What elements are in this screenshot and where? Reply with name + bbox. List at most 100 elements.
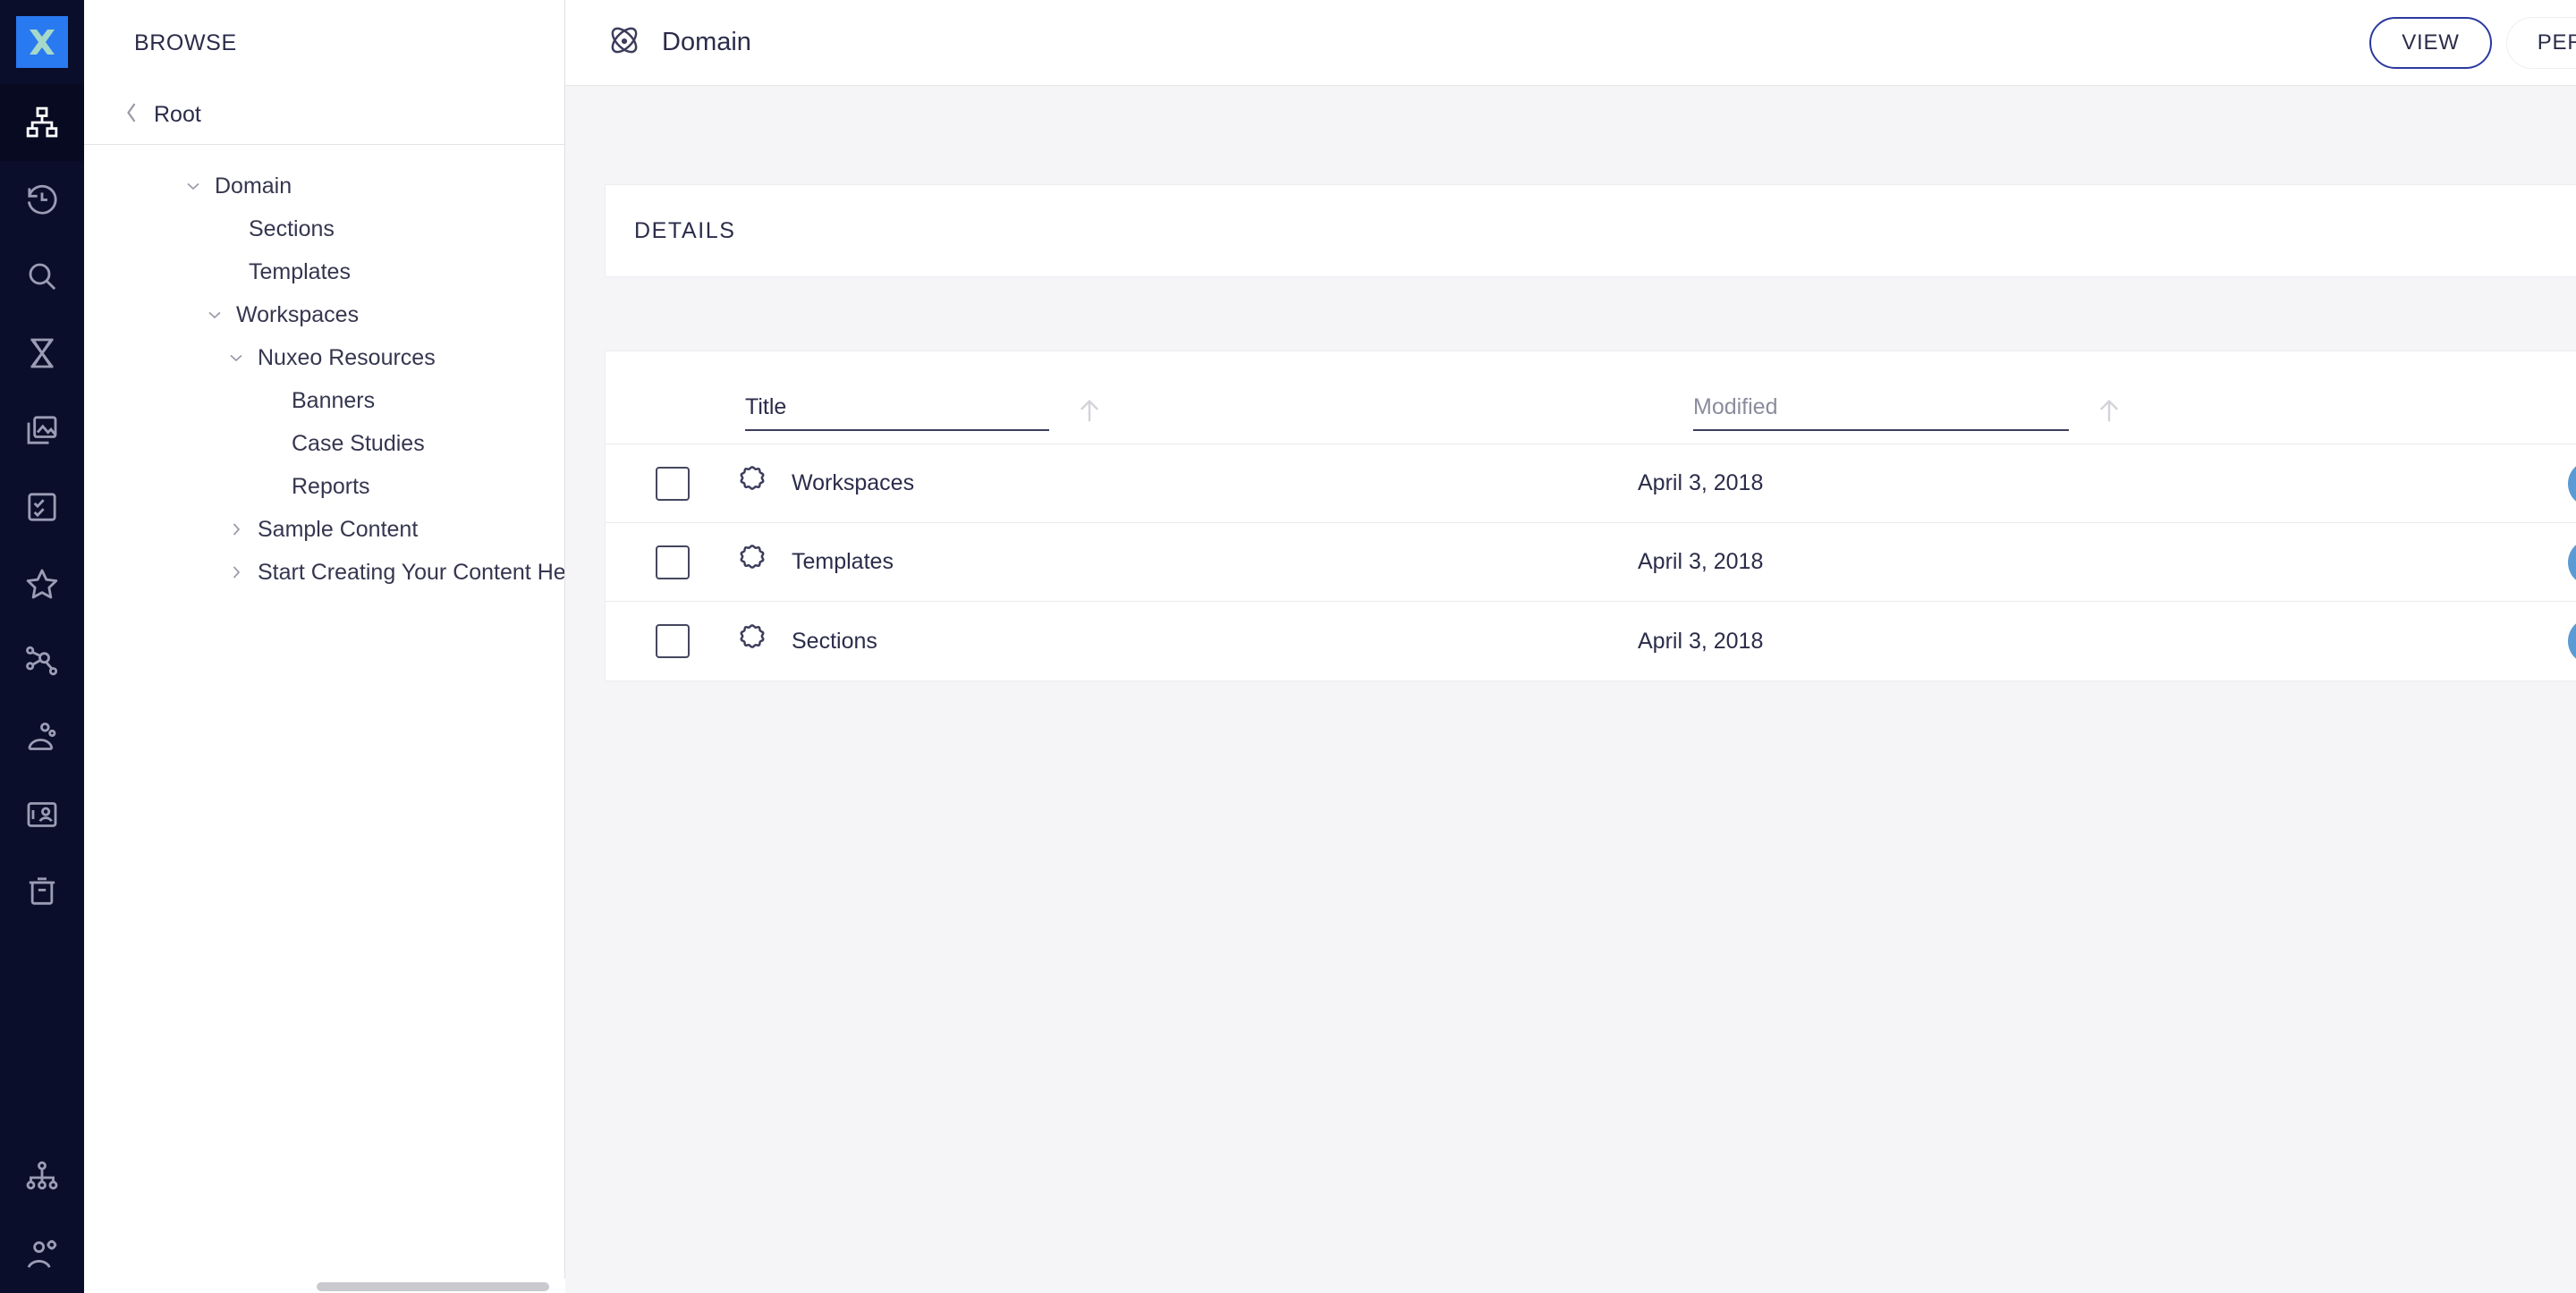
tree-node-label: Nuxeo Resources (258, 344, 436, 370)
table-row[interactable]: Workspaces April 3, 2018 s system (606, 444, 2576, 523)
user-anchor-icon (24, 720, 60, 756)
chevron-down-icon[interactable] (224, 349, 249, 367)
tree-node-sections[interactable]: Sections (84, 207, 564, 250)
contributor-chip[interactable]: s system (2568, 538, 2576, 586)
table-row[interactable]: Templates April 3, 2018 s system (606, 523, 2576, 602)
avatar: s (2568, 460, 2576, 507)
image-gallery-icon (24, 412, 60, 448)
rail-item-assets[interactable] (0, 392, 84, 469)
rail-item-personal-space[interactable] (0, 699, 84, 776)
rail-item-tasks[interactable] (0, 315, 84, 392)
details-panel-title: DETAILS (634, 217, 736, 243)
tree-node-nuxeo-resources[interactable]: Nuxeo Resources (84, 336, 564, 379)
document-tabs: VIEW PERMISSIONS HISTORY TRASH (2369, 16, 2576, 69)
tree-node-label: Banners (292, 387, 376, 413)
rail-item-search[interactable] (0, 238, 84, 315)
tree-node-reports[interactable]: Reports (84, 465, 564, 508)
row-title-cell: Sections (734, 621, 1682, 662)
history-clock-icon (24, 182, 60, 217)
arrow-up-icon (1074, 396, 1105, 431)
tab-permissions[interactable]: PERMISSIONS (2505, 16, 2576, 69)
id-card-icon (24, 797, 60, 832)
chevron-down-icon[interactable] (202, 306, 227, 324)
tree-node-label: Reports (292, 473, 370, 499)
trash-icon (24, 874, 60, 909)
folder-gear-icon (734, 621, 770, 662)
sort-title-button[interactable] (1049, 396, 1130, 444)
tree-node-start-creating[interactable]: Start Creating Your Content Here (84, 551, 564, 594)
rail-item-browse[interactable] (0, 84, 84, 161)
row-contributor-cell: s system (2568, 618, 2576, 664)
row-contributor-cell: s system (2568, 460, 2576, 507)
tree-node-label: Start Creating Your Content Here (258, 559, 564, 585)
nuxeo-x-logo-icon (16, 16, 68, 68)
breadcrumb-root-label: Root (154, 102, 201, 127)
row-modified: April 3, 2018 (1638, 470, 1764, 495)
tree-node-sample-content[interactable]: Sample Content (84, 508, 564, 551)
content-table: Title Modified Workspaces April 3, 2018 … (605, 351, 2576, 681)
header-cell-modified: Modified (1693, 394, 2576, 444)
tree-node-workspaces[interactable]: Workspaces (84, 293, 564, 336)
tree-node-banners[interactable]: Banners (84, 379, 564, 422)
tree-node-label: Templates (249, 258, 351, 284)
tree-node-domain[interactable]: Domain (84, 165, 564, 207)
app-root: BROWSE Root Domain Sections Templates Wo… (0, 0, 2576, 1293)
tree-node-label: Case Studies (292, 430, 425, 456)
scrollbar-thumb[interactable] (317, 1282, 549, 1291)
content-tree: Domain Sections Templates Workspaces Nux… (84, 145, 564, 594)
column-header-title[interactable]: Title (745, 394, 1049, 431)
tab-view[interactable]: VIEW (2369, 16, 2492, 69)
row-checkbox[interactable] (656, 466, 690, 501)
main-scroll-region: DETAILS Title Modified Workspaces April … (565, 86, 2576, 1293)
tree-node-label: Workspaces (236, 301, 360, 327)
document-identity: Domain (605, 21, 751, 64)
contributor-chip[interactable]: s system (2568, 460, 2576, 507)
row-title: Workspaces (792, 470, 915, 495)
rail-item-recently-viewed[interactable] (0, 161, 84, 238)
chevron-right-icon[interactable] (224, 520, 249, 538)
rail-item-favorites[interactable] (0, 545, 84, 622)
rail-item-profile[interactable] (0, 776, 84, 853)
browse-panel: BROWSE Root Domain Sections Templates Wo… (84, 0, 565, 1293)
folder-gear-icon (734, 463, 770, 503)
contributor-chip[interactable]: s system (2568, 618, 2576, 664)
browse-horizontal-scrollbar[interactable] (84, 1279, 565, 1293)
relations-network-icon (24, 643, 60, 679)
rail-item-relations[interactable] (0, 622, 84, 699)
row-title-cell: Templates (734, 542, 1682, 582)
folder-gear-icon (734, 542, 770, 582)
tree-node-label: Domain (215, 173, 292, 199)
sort-modified-button[interactable] (2069, 396, 2149, 444)
arrow-up-icon (2094, 396, 2124, 431)
rail-item-trash[interactable] (0, 853, 84, 930)
row-title: Templates (792, 549, 894, 574)
checklist-icon (24, 489, 60, 525)
chevron-left-icon (123, 100, 140, 130)
group-network-icon (24, 1160, 60, 1196)
row-checkbox[interactable] (656, 545, 690, 579)
tree-node-case-studies[interactable]: Case Studies (84, 422, 564, 465)
row-contributor-cell: s system (2568, 538, 2576, 586)
chevron-right-icon[interactable] (224, 563, 249, 581)
sitemap-icon (24, 105, 60, 140)
rail-item-worklist[interactable] (0, 469, 84, 545)
table-header-row: Title Modified (606, 351, 2576, 444)
rail-item-administration[interactable] (0, 1216, 84, 1293)
document-action-bar (565, 86, 2576, 184)
row-checkbox[interactable] (656, 624, 690, 658)
row-modified: April 3, 2018 (1638, 549, 1764, 574)
avatar: s (2568, 618, 2576, 664)
table-row[interactable]: Sections April 3, 2018 s system (606, 602, 2576, 680)
page-title: Domain (662, 28, 751, 56)
chevron-down-icon[interactable] (181, 177, 206, 195)
rail-item-groups[interactable] (0, 1139, 84, 1216)
details-panel: DETAILS (605, 184, 2576, 277)
left-icon-rail (0, 0, 84, 1293)
browse-panel-title: BROWSE (134, 30, 237, 55)
breadcrumb-root[interactable]: Root (84, 86, 564, 145)
header-cell-title: Title (745, 394, 1693, 444)
tree-node-label: Sample Content (258, 516, 419, 542)
column-header-modified[interactable]: Modified (1693, 394, 2069, 431)
tree-node-templates[interactable]: Templates (84, 250, 564, 293)
app-logo[interactable] (0, 0, 84, 84)
